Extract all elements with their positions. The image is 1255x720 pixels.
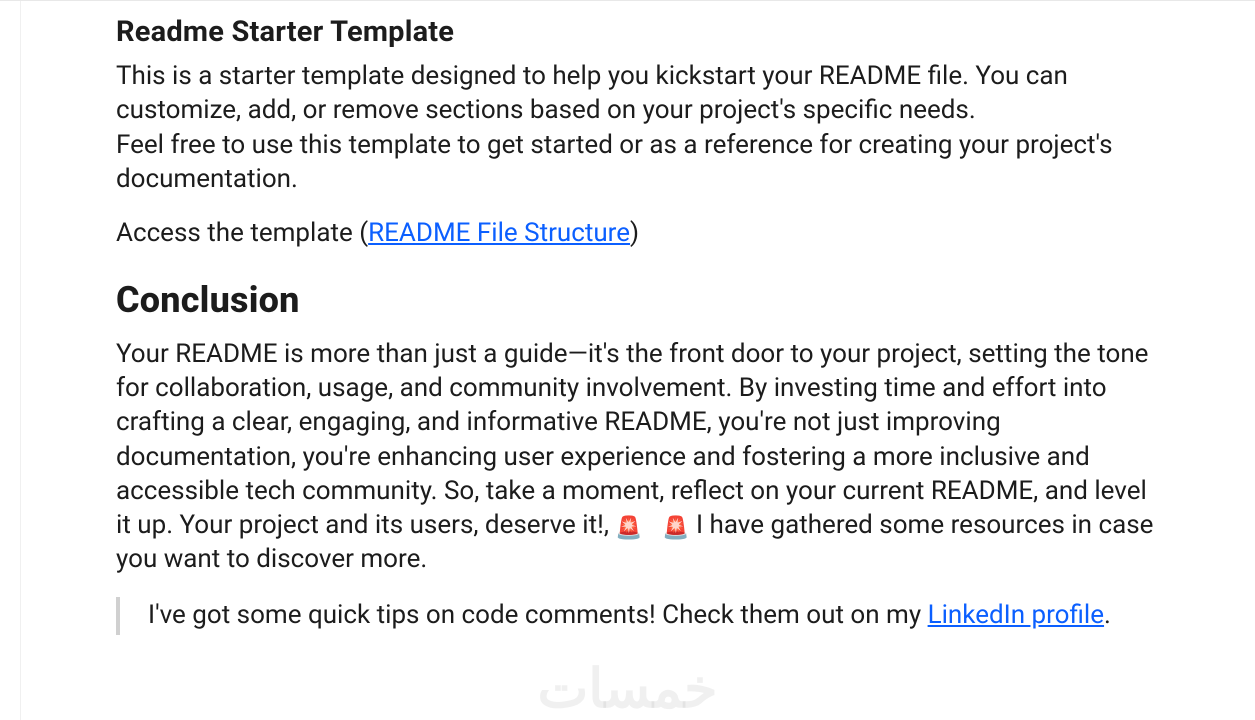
tip-paragraph: I've got some quick tips on code comment… — [148, 599, 1156, 633]
access-prefix: Access the template ( — [116, 218, 368, 248]
watermark-text: خمسات — [537, 657, 717, 720]
tip-before: I've got some quick tips on code comment… — [148, 600, 928, 630]
access-template-line: Access the template (README File Structu… — [116, 216, 1156, 250]
readme-file-structure-link[interactable]: README File Structure — [368, 218, 630, 248]
tip-block: I've got some quick tips on code comment… — [116, 597, 1156, 635]
starter-template-heading: Readme Starter Template — [116, 15, 1156, 49]
conclusion-heading: Conclusion — [116, 279, 1156, 321]
conclusion-paragraph: Your README is more than just a guide—it… — [116, 337, 1156, 577]
document-content: Readme Starter Template This is a starte… — [116, 1, 1156, 635]
document-page: Readme Starter Template This is a starte… — [0, 0, 1255, 720]
linkedin-profile-link[interactable]: LinkedIn profile — [928, 600, 1104, 630]
left-margin-rule — [20, 1, 21, 720]
starter-template-paragraph: This is a starter template designed to h… — [116, 59, 1156, 196]
access-suffix: ) — [630, 218, 639, 248]
tip-after: . — [1104, 600, 1111, 630]
siren-icon: 🚨 — [662, 518, 689, 540]
siren-icon: 🚨 — [615, 518, 642, 540]
